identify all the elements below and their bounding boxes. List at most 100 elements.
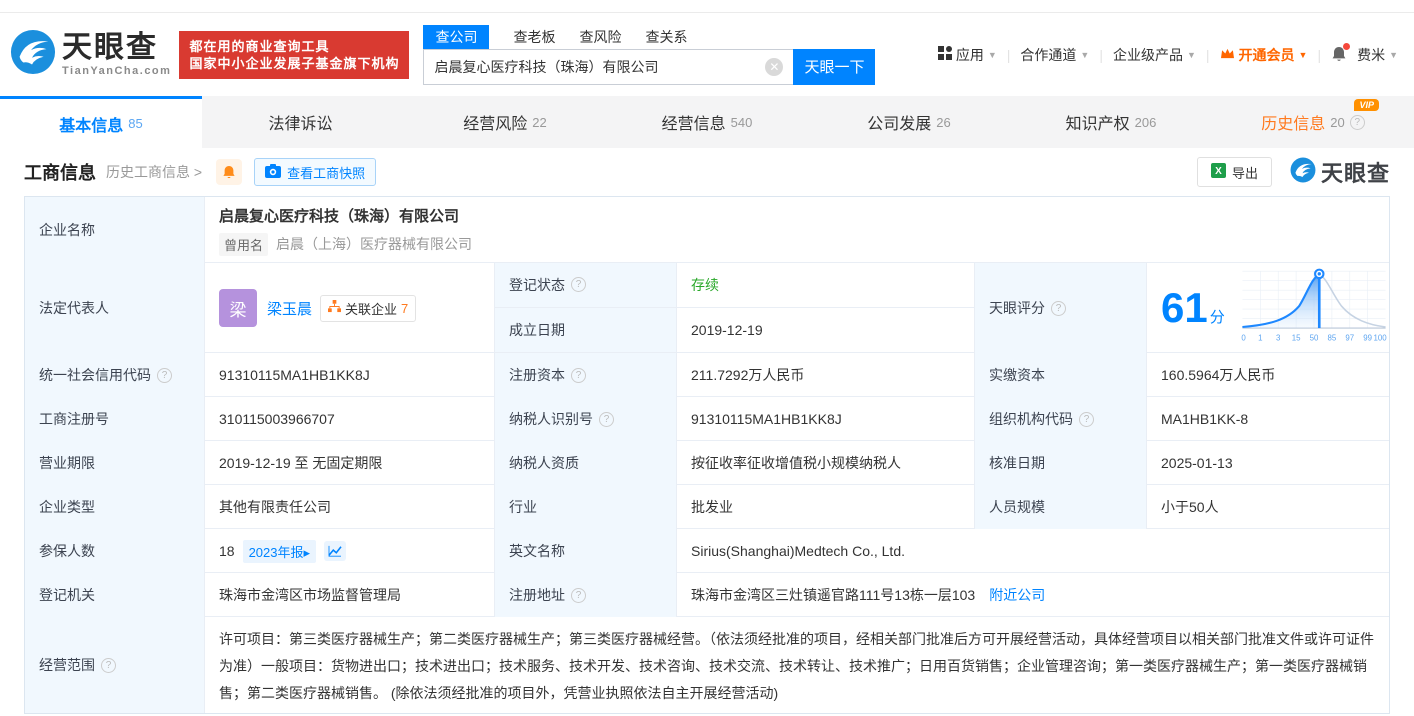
help-icon[interactable]: ? (571, 277, 586, 292)
annual-report-badge[interactable]: 2023年报▸ (243, 540, 316, 563)
apps-grid-icon (938, 46, 952, 63)
org-code-label: 组织机构代码 (989, 409, 1073, 429)
clear-search-icon[interactable]: ✕ (765, 58, 783, 76)
business-scope-value: 许可项目：第三类医疗器械生产；第二类医疗器械生产；第三类医疗器械经营。（依法须经… (205, 617, 1389, 713)
staff-size-value: 小于50人 (1147, 485, 1389, 529)
view-snapshot-button[interactable]: 查看工商快照 (254, 158, 376, 186)
reg-address-value: 珠海市金湾区三灶镇遥官路111号13栋一层103 (691, 585, 975, 605)
company-type-value: 其他有限责任公司 (205, 485, 495, 529)
notification-bell-icon[interactable] (1331, 46, 1347, 63)
svg-text:100: 100 (1373, 333, 1387, 342)
export-button[interactable]: X 导出 (1197, 157, 1272, 187)
english-name-label: 英文名称 (495, 529, 677, 573)
taxpayer-quality-label: 纳税人资质 (495, 441, 677, 485)
reg-number-label: 工商注册号 (25, 397, 205, 441)
brand-domain: TianYanCha.com (62, 66, 171, 77)
notification-dot (1343, 43, 1350, 50)
search-block: 查公司 查老板 查风险 查关系 ✕ 天眼一下 (423, 25, 875, 85)
help-icon[interactable]: ? (571, 368, 586, 383)
paid-capital-label: 实缴资本 (975, 353, 1147, 397)
help-icon[interactable]: ? (1079, 412, 1094, 427)
taxpayer-id-label: 纳税人识别号 (509, 409, 593, 429)
taxpayer-id-value: 91310115MA1HB1KK8J (677, 397, 975, 441)
excel-icon: X (1211, 163, 1226, 181)
table-row: 统一社会信用代码 ? 91310115MA1HB1KK8J 注册资本 ? 211… (25, 353, 1389, 397)
table-row: 法定代表人 梁 梁玉晨 关联企业 7 登记状态 ? 存续 (25, 263, 1389, 353)
nearby-companies-link[interactable]: 附近公司 (989, 585, 1045, 605)
company-tab-bar: 基本信息85 法律诉讼 经营风险22 经营信息540 公司发展26 知识产权20… (0, 96, 1414, 148)
help-icon[interactable]: ? (571, 588, 586, 603)
establish-date-value: 2019-12-19 (677, 308, 975, 353)
tab-legal[interactable]: 法律诉讼 (202, 96, 404, 148)
company-type-label: 企业类型 (25, 485, 205, 529)
help-icon[interactable]: ? (1051, 301, 1066, 316)
tab-basic-info[interactable]: 基本信息85 (0, 96, 202, 148)
chevron-down-icon: ▼ (1299, 50, 1308, 60)
tianyancha-logo[interactable]: 天眼查 TianYanCha.com (10, 29, 171, 80)
nav-open-vip[interactable]: 开通会员▼ (1220, 45, 1308, 65)
help-icon[interactable]: ? (157, 368, 172, 383)
tab-history-info[interactable]: VIP 历史信息20 ? (1212, 96, 1414, 148)
table-row: 经营范围 ? 许可项目：第三类医疗器械生产；第二类医疗器械生产；第三类医疗器械经… (25, 617, 1389, 713)
tianyancha-logo-icon (1290, 157, 1316, 188)
company-name-value: 启晨复心医疗科技（珠海）有限公司 (219, 205, 459, 226)
search-tab-company[interactable]: 查公司 (423, 25, 489, 49)
industry-label: 行业 (495, 485, 677, 529)
svg-text:0: 0 (1241, 333, 1246, 342)
staff-size-label: 人员规模 (975, 485, 1147, 529)
credit-code-value: 91310115MA1HB1KK8J (205, 353, 495, 397)
nav-user[interactable]: 费米▼ (1357, 45, 1398, 65)
trend-chart-icon[interactable] (324, 541, 346, 561)
credit-code-label: 统一社会信用代码 (39, 365, 151, 385)
slogan-line2: 国家中小企业发展子基金旗下机构 (189, 55, 399, 72)
svg-text:50: 50 (1309, 333, 1318, 342)
nav-enterprise[interactable]: 企业级产品▼ (1113, 45, 1196, 65)
search-tab-boss[interactable]: 查老板 (513, 25, 555, 49)
chevron-down-icon: ▼ (1389, 50, 1398, 60)
table-row: 企业类型 其他有限责任公司 行业 批发业 人员规模 小于50人 (25, 485, 1389, 529)
business-term-label: 营业期限 (25, 441, 205, 485)
reg-capital-label: 注册资本 (509, 365, 565, 385)
table-row: 参保人数 18 2023年报▸ 英文名称 Sirius(Shanghai)Med… (25, 529, 1389, 573)
help-icon[interactable]: ? (101, 658, 116, 673)
top-strip (0, 0, 1414, 13)
business-term-value: 2019-12-19 至 无固定期限 (205, 441, 495, 485)
score-label: 天眼评分 (989, 298, 1045, 318)
related-companies-badge[interactable]: 关联企业 7 (320, 295, 416, 322)
monitor-bell-button[interactable] (216, 159, 242, 185)
english-name-value: Sirius(Shanghai)Medtech Co., Ltd. (677, 529, 1389, 573)
history-business-info-link[interactable]: 历史工商信息 > (106, 162, 202, 182)
vip-badge: VIP (1354, 99, 1379, 111)
search-button[interactable]: 天眼一下 (793, 49, 875, 85)
svg-text:15: 15 (1291, 333, 1300, 342)
camera-icon (265, 164, 281, 181)
tab-intellectual-property[interactable]: 知识产权206 (1010, 96, 1212, 148)
help-icon[interactable]: ? (1350, 115, 1365, 130)
svg-text:X: X (1215, 166, 1222, 177)
help-icon[interactable]: ? (599, 412, 614, 427)
svg-text:3: 3 (1276, 333, 1281, 342)
section-title: 工商信息 (24, 159, 96, 185)
table-row: 工商注册号 310115003966707 纳税人识别号 ? 91310115M… (25, 397, 1389, 441)
search-tab-risk[interactable]: 查风险 (579, 25, 621, 49)
top-nav: 应用▼ | 合作通道▼ | 企业级产品▼ | 开通会员▼ | 费米▼ (938, 45, 1398, 65)
tab-operation[interactable]: 经营信息540 (606, 96, 808, 148)
table-row: 企业名称 启晨复心医疗科技（珠海）有限公司 曾用名 启晨（上海）医疗器械有限公司 (25, 197, 1389, 263)
reg-capital-value: 211.7292万人民币 (677, 353, 975, 397)
reg-number-value: 310115003966707 (205, 397, 495, 441)
nav-apps[interactable]: 应用▼ (938, 45, 997, 65)
table-row: 登记机关 珠海市金湾区市场监督管理局 注册地址 ? 珠海市金湾区三灶镇遥官路11… (25, 573, 1389, 617)
nav-partner[interactable]: 合作通道▼ (1020, 45, 1089, 65)
tab-development[interactable]: 公司发展26 (808, 96, 1010, 148)
legal-rep-name-link[interactable]: 梁玉晨 (267, 298, 312, 319)
svg-text:99: 99 (1363, 333, 1372, 342)
chevron-down-icon: ▼ (988, 50, 997, 60)
legal-rep-label: 法定代表人 (25, 263, 205, 353)
tab-risk[interactable]: 经营风险22 (404, 96, 606, 148)
approval-date-value: 2025-01-13 (1147, 441, 1389, 485)
search-input[interactable] (423, 49, 793, 85)
svg-text:85: 85 (1327, 333, 1336, 342)
reg-authority-label: 登记机关 (25, 573, 205, 617)
reg-address-label: 注册地址 (509, 585, 565, 605)
search-tab-relation[interactable]: 查关系 (645, 25, 687, 49)
